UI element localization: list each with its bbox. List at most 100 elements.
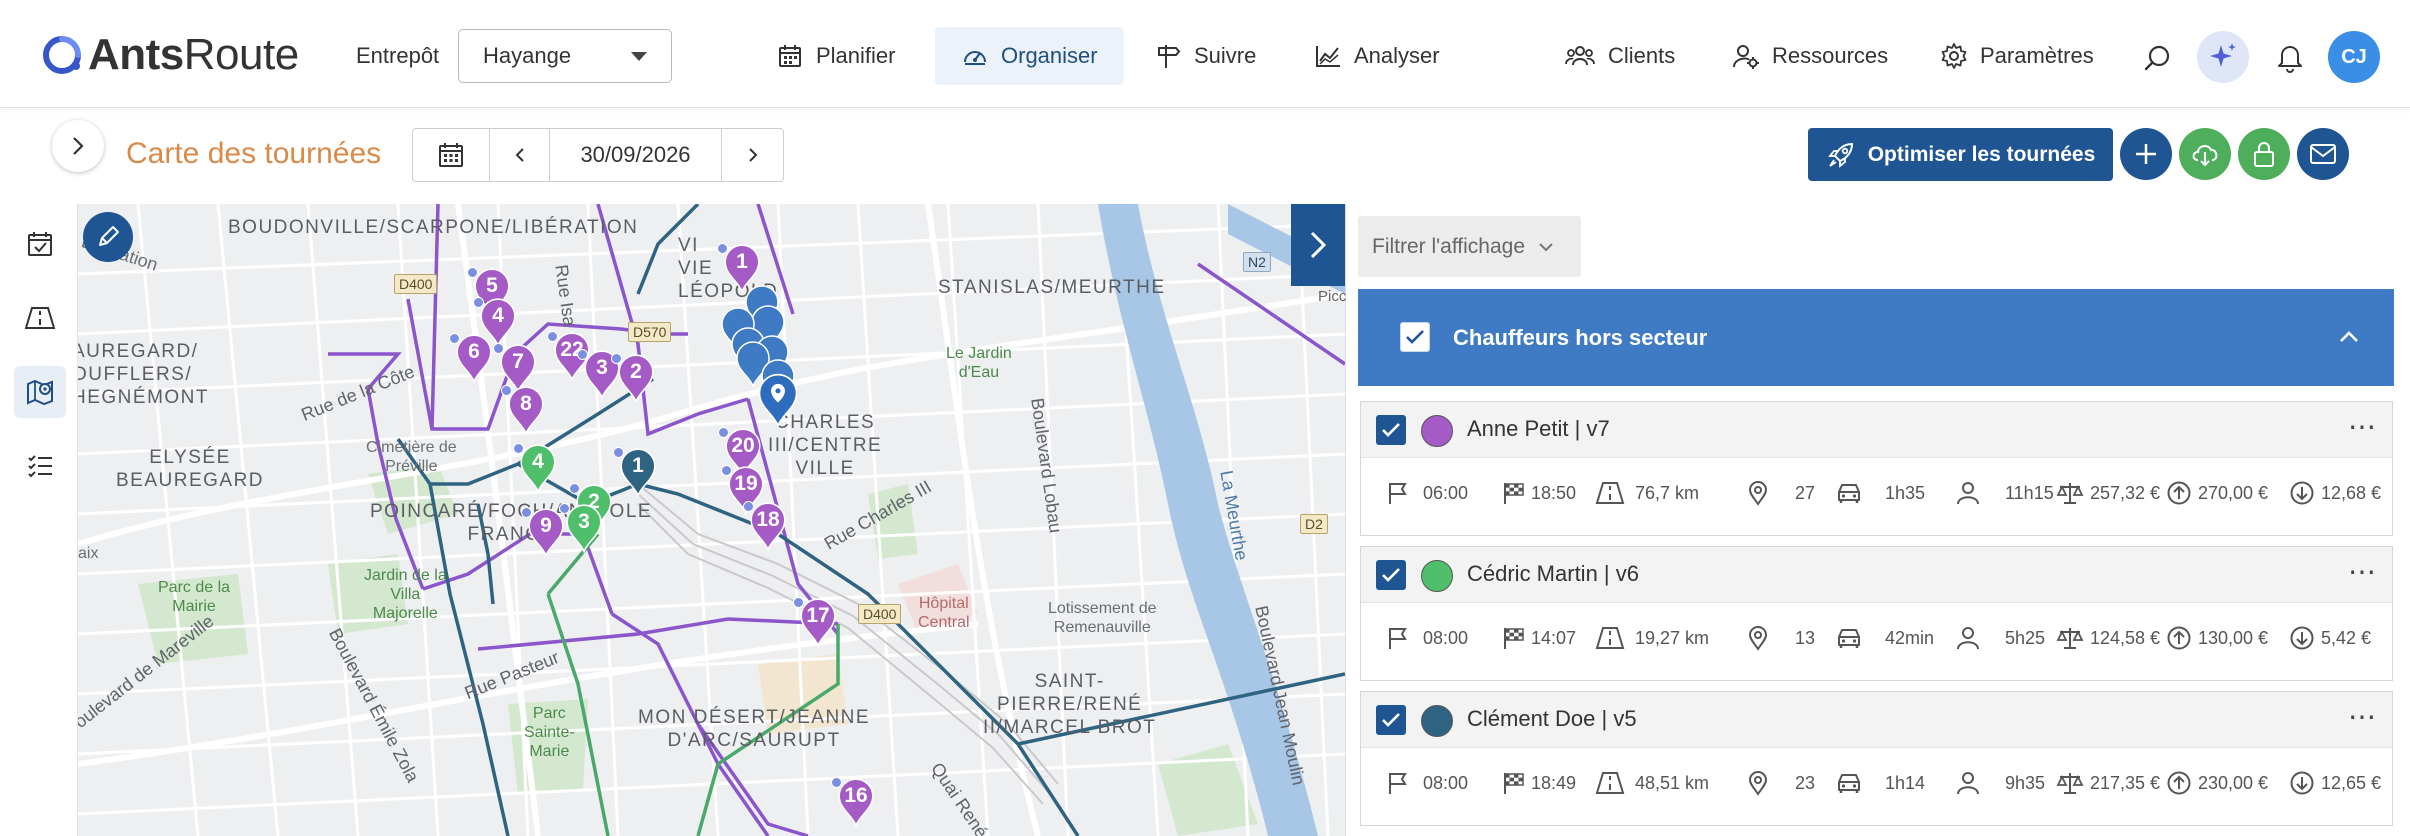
email-button[interactable] <box>2297 128 2349 180</box>
poi-label-lotissement: Lotissement de Remenauville <box>1048 599 1157 637</box>
notifications-button[interactable] <box>2274 40 2306 74</box>
lock-button[interactable] <box>2238 128 2290 180</box>
route-marker-purple[interactable]: 1 <box>717 241 763 294</box>
check-icon <box>1406 330 1424 344</box>
driver-color-dot <box>1421 415 1453 447</box>
stat-stops: 27 <box>1745 480 1815 506</box>
side-item-list[interactable] <box>14 440 66 492</box>
marker-number: 1 <box>632 454 644 478</box>
stat-cost: 257,32 € <box>2056 480 2160 506</box>
driver-checkbox[interactable] <box>1376 560 1406 590</box>
nav-clients[interactable]: Clients <box>1538 27 1701 85</box>
road-shield: D2 <box>1300 514 1328 534</box>
warehouse-select[interactable]: Hayange <box>458 29 672 83</box>
route-marker-purple[interactable]: 17 <box>793 595 839 648</box>
route-marker-purple[interactable]: 18 <box>743 499 789 552</box>
nav-suivre[interactable]: Suivre <box>1128 27 1282 85</box>
more-options-icon[interactable]: ⋯ <box>2348 413 2378 441</box>
district-label-text: AUREGARD/OUFFLERS/HEGNÉMONT <box>78 341 209 408</box>
routes-map[interactable]: BOUDONVILLE/SCARPONE/LIBÉRATION VI VIE LÉO… <box>78 204 1345 836</box>
route-marker-purple[interactable]: 16 <box>831 775 877 828</box>
warehouse-label: Entrepôt <box>356 43 440 68</box>
ai-assistant-button[interactable] <box>2197 31 2249 83</box>
stat-value: 124,58 € <box>2090 627 2161 648</box>
driver-card[interactable]: Anne Petit | v7 ⋯ 06:00 18:50 76,7 km 27 1h35 1… <box>1360 401 2393 536</box>
route-marker-purple[interactable]: 6 <box>449 331 495 384</box>
more-options-icon[interactable]: ⋯ <box>2348 558 2378 586</box>
user-icon <box>1957 627 1979 650</box>
driver-checkbox[interactable] <box>1376 415 1406 445</box>
chevron-down-icon <box>631 52 647 61</box>
marker-number: 6 <box>468 340 480 364</box>
pencil-icon <box>99 226 119 246</box>
side-item-map[interactable] <box>14 366 66 418</box>
user-icon <box>1957 772 1979 795</box>
driver-card[interactable]: Cédric Martin | v6 ⋯ 08:00 14:07 19,27 km 13 4… <box>1360 546 2393 681</box>
map-icon <box>27 379 53 406</box>
filter-display-button[interactable]: Filtrer l'affichage <box>1358 216 1581 277</box>
route-marker-teal[interactable]: 1 <box>613 445 659 498</box>
side-item-routes[interactable] <box>14 292 66 344</box>
poi-label-cemetery: Cimetière de Préville <box>366 438 457 476</box>
stat-value: 12,65 € <box>2321 772 2382 793</box>
nav-planifier[interactable]: Planifier <box>750 27 921 85</box>
driver-card[interactable]: Clément Doe | v5 ⋯ 08:00 18:49 48,51 km 23 1h1… <box>1360 691 2393 826</box>
toggle-panel-button[interactable] <box>1291 204 1345 286</box>
group-header[interactable]: Chauffeurs hors secteur <box>1358 289 2394 386</box>
marker-number: 7 <box>512 350 524 374</box>
avatar[interactable]: CJ <box>2328 31 2380 83</box>
search-button[interactable] <box>2142 42 2174 74</box>
district-label: STANISLAS/MEURTHE <box>938 277 1166 298</box>
nav-parametres[interactable]: Paramètres <box>1914 27 2120 85</box>
depot-pin[interactable] <box>754 370 802 433</box>
district-label-auregard: AUREGARD/OUFFLERS/HEGNÉMONT <box>78 340 209 409</box>
stat-value: 217,35 € <box>2090 772 2161 793</box>
sparkles-icon <box>2210 43 2236 67</box>
chevron-right-icon <box>73 137 84 155</box>
chevron-up-icon[interactable] <box>2338 329 2360 345</box>
route-marker-green[interactable]: 3 <box>559 501 605 554</box>
date-field[interactable]: 30/09/2026 <box>550 128 722 182</box>
side-item-tasks[interactable] <box>14 218 66 270</box>
driver-checkbox[interactable] <box>1376 705 1406 735</box>
nav-ressources[interactable]: Ressources <box>1706 27 1914 85</box>
route-marker-purple[interactable]: 2 <box>611 351 657 404</box>
marker-number: 4 <box>492 304 504 328</box>
draw-sector-button[interactable] <box>83 212 133 262</box>
optimize-routes-button[interactable]: Optimiser les tournées <box>1808 128 2113 181</box>
logo[interactable]: AntsRoute <box>42 30 299 80</box>
group-checkbox[interactable] <box>1400 322 1430 352</box>
nav-organiser[interactable]: Organiser <box>935 27 1124 85</box>
arrow-down-circle-icon <box>2290 481 2314 505</box>
route-marker-purple[interactable]: 8 <box>501 383 547 436</box>
cloud-download-button[interactable] <box>2179 128 2231 180</box>
stat-end: 14:07 <box>1501 625 1576 651</box>
nav-analyser[interactable]: Analyser <box>1288 27 1466 85</box>
stat-stops: 13 <box>1745 625 1815 651</box>
stat-value: 5h25 <box>2005 627 2046 648</box>
balance-icon <box>2056 628 2084 649</box>
stat-cost: 217,35 € <box>2056 770 2160 796</box>
car-icon <box>1838 629 1860 648</box>
previous-day-button[interactable] <box>490 128 550 182</box>
next-day-button[interactable] <box>722 128 784 182</box>
logo-text: AntsRoute <box>88 30 299 79</box>
stat-drive: 42min <box>1835 625 1934 651</box>
calendar-icon <box>439 143 463 167</box>
signpost-icon <box>1158 45 1181 68</box>
marker-number: 9 <box>540 514 552 538</box>
stat-distance: 76,7 km <box>1595 480 1699 506</box>
route-marker-green[interactable]: 4 <box>513 441 559 494</box>
more-options-icon[interactable]: ⋯ <box>2348 703 2378 731</box>
expand-sidebar-button[interactable] <box>52 120 104 172</box>
stat-value: 1h35 <box>1885 482 1926 503</box>
checkered-flag-icon <box>1504 483 1524 504</box>
add-button[interactable] <box>2120 128 2172 180</box>
marker-number: 4 <box>532 450 544 474</box>
poi-label-jardin-eau: Le Jardin d'Eau <box>946 344 1012 382</box>
location-pin-icon <box>1748 481 1768 506</box>
location-pin-icon <box>1748 626 1768 651</box>
stat-start: 08:00 <box>1385 625 1468 651</box>
marker-number: 3 <box>578 510 590 534</box>
date-picker-button[interactable] <box>412 128 490 182</box>
